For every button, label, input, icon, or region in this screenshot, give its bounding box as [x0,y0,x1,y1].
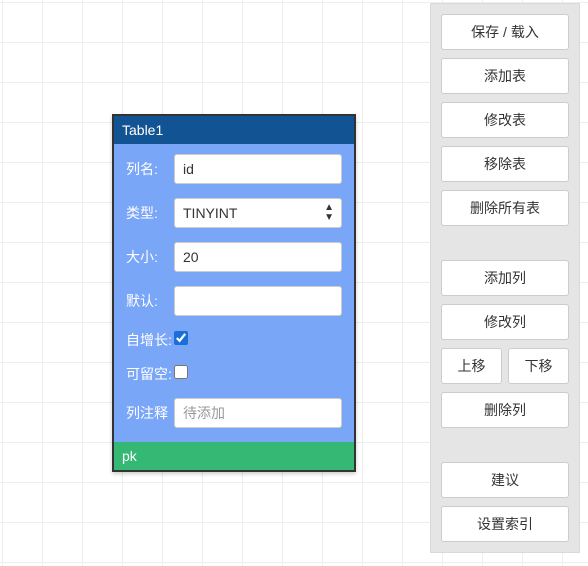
row-autoinc: 自增长: [126,330,342,350]
sidebar: 保存 / 载入 添加表 修改表 移除表 删除所有表 添加列 修改列 上移 下移 … [430,3,580,553]
label-col-name: 列名: [126,159,174,179]
suggest-button[interactable]: 建议 [441,462,569,498]
comment-input[interactable] [174,398,342,428]
set-index-button[interactable]: 设置索引 [441,506,569,542]
save-load-button[interactable]: 保存 / 载入 [441,14,569,50]
row-size: 大小: [126,242,342,272]
type-select[interactable]: TINYINT [174,198,342,228]
row-comment: 列注释 [126,398,342,428]
table-card[interactable]: Table1 列名: 类型: TINYINT ▲▼ 大小: 默认: [112,114,356,472]
row-nullable: 可留空: [126,364,342,384]
edit-table-button[interactable]: 修改表 [441,102,569,138]
nullable-checkbox[interactable] [174,365,188,379]
row-type: 类型: TINYINT ▲▼ [126,198,342,228]
col-name-input[interactable] [174,154,342,184]
label-type: 类型: [126,203,174,223]
move-row: 上移 下移 [441,348,569,384]
label-autoinc: 自增长: [126,330,174,350]
sidebar-gap-2 [441,436,569,462]
edit-column-button[interactable]: 修改列 [441,304,569,340]
label-comment: 列注释 [126,403,174,423]
table-title: Table1 [114,116,354,144]
delete-column-button[interactable]: 删除列 [441,392,569,428]
table-body: 列名: 类型: TINYINT ▲▼ 大小: 默认: [114,144,354,442]
autoinc-checkbox[interactable] [174,331,188,345]
size-input[interactable] [174,242,342,272]
table-footer: pk [114,442,354,470]
default-input[interactable] [174,286,342,316]
add-table-button[interactable]: 添加表 [441,58,569,94]
row-default: 默认: [126,286,342,316]
move-down-button[interactable]: 下移 [508,348,569,384]
move-up-button[interactable]: 上移 [441,348,502,384]
remove-table-button[interactable]: 移除表 [441,146,569,182]
sidebar-gap-1 [441,234,569,260]
row-col-name: 列名: [126,154,342,184]
label-size: 大小: [126,247,174,267]
label-default: 默认: [126,291,174,311]
delete-all-tables-button[interactable]: 删除所有表 [441,190,569,226]
add-column-button[interactable]: 添加列 [441,260,569,296]
label-nullable: 可留空: [126,364,174,384]
